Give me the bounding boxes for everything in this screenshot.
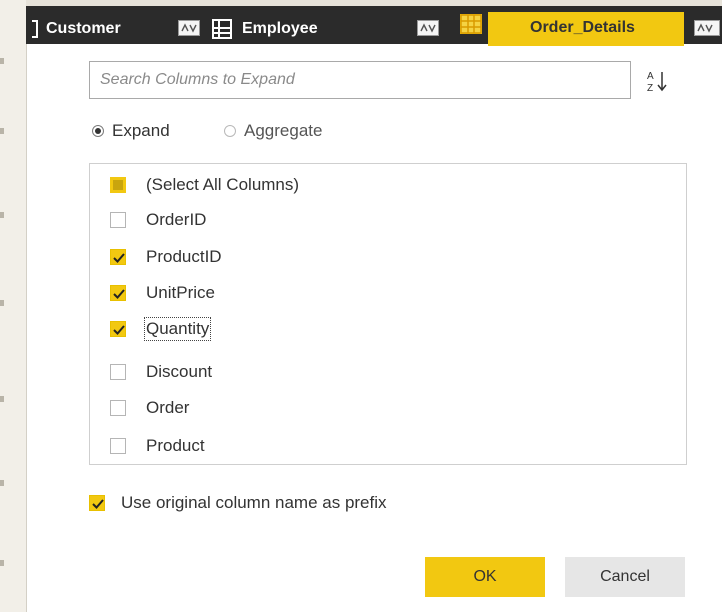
select-all-checkbox[interactable] [110,177,126,193]
prefix-checkbox[interactable] [89,495,105,511]
ok-button[interactable]: OK [425,557,545,597]
gutter-mark [0,480,4,486]
tab-customer[interactable]: Customer [32,12,121,46]
columns-list[interactable]: (Select All Columns) OrderID ProductID U… [89,163,687,465]
expand-radio-label: Expand [112,121,170,140]
gutter-mark [0,396,4,402]
column-item[interactable]: Discount [110,358,212,386]
search-columns-input[interactable] [89,61,631,99]
column-checkbox[interactable] [110,438,126,454]
column-label: Order [146,398,190,417]
gutter-mark [0,300,4,306]
column-checkbox[interactable] [110,212,126,228]
aggregate-radio[interactable] [224,125,236,137]
table-grid-icon [460,14,482,34]
column-label: Discount [146,362,213,381]
column-label: (Select All Columns) [146,175,300,194]
tab-order-details[interactable]: Order_Details [488,12,684,46]
prefix-option[interactable]: Use original column name as prefix [89,490,387,516]
column-label: UnitPrice [146,283,215,302]
column-label: ProductID [146,247,222,266]
tab-label-customer: Customer [46,20,121,37]
sort-az-icon[interactable]: A Z [638,63,676,99]
column-item[interactable]: OrderID [110,206,206,234]
column-item[interactable]: Quantity [110,315,212,343]
column-checkbox[interactable] [110,400,126,416]
expand-radio[interactable] [92,125,104,137]
column-item-select-all[interactable]: (Select All Columns) [110,171,299,199]
gutter-mark [0,58,4,64]
column-label: OrderID [146,210,207,229]
expand-column-icon[interactable] [178,20,200,36]
prefix-label: Use original column name as prefix [121,493,387,512]
column-label: Quantity [143,317,212,341]
tab-employee[interactable]: Employee [212,12,318,46]
column-item[interactable]: UnitPrice [110,279,215,307]
table-icon [212,19,232,39]
cancel-button[interactable]: Cancel [565,557,685,597]
column-item[interactable]: Product [110,432,205,460]
aggregate-radio-option[interactable]: Aggregate [224,119,322,143]
tab-label-employee: Employee [242,20,318,37]
column-checkbox[interactable] [110,321,126,337]
gutter-mark [0,212,4,218]
column-checkbox[interactable] [110,364,126,380]
expand-radio-option[interactable]: Expand [92,119,170,143]
gutter-mark [0,560,4,566]
svg-text:A: A [647,71,654,82]
expand-column-icon[interactable] [694,20,720,36]
column-header-bar: Customer Employee Order_Details [26,0,722,46]
left-gutter [0,0,27,612]
column-label: Product [146,436,205,455]
table-icon [32,20,38,38]
tab-label-order-details: Order_Details [530,19,635,36]
column-item[interactable]: ProductID [110,243,222,271]
column-checkbox[interactable] [110,249,126,265]
gutter-mark [0,128,4,134]
svg-text:Z: Z [647,83,653,94]
expand-column-icon[interactable] [417,20,439,36]
column-checkbox[interactable] [110,285,126,301]
column-item[interactable]: Order [110,394,189,422]
aggregate-radio-label: Aggregate [244,121,323,140]
